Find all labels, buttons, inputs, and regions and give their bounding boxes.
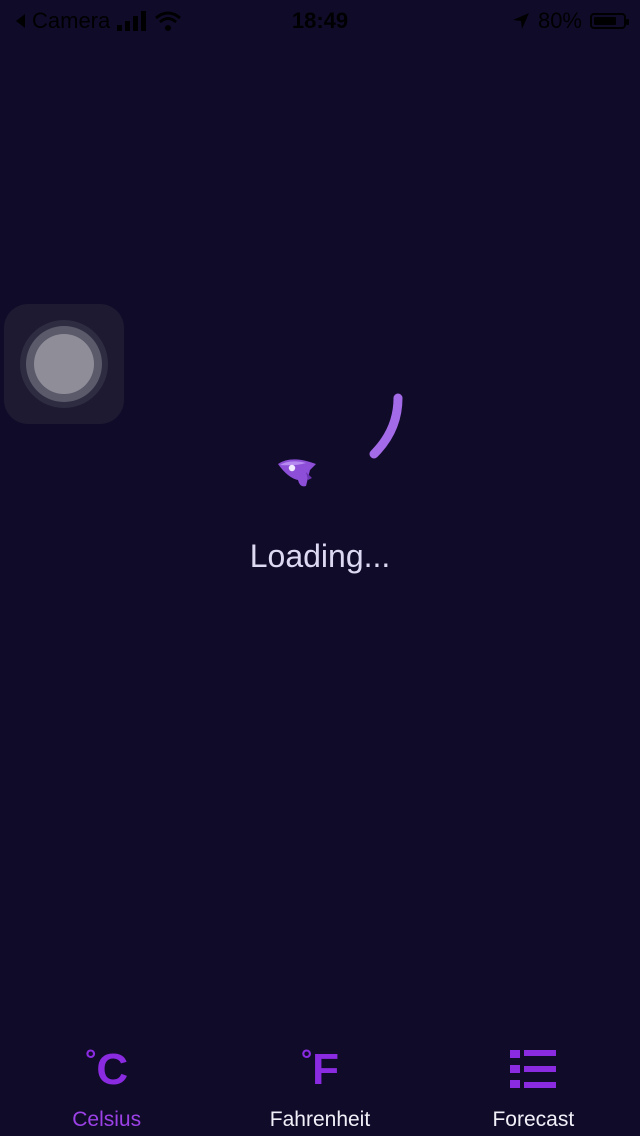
loading-spinner-arc — [369, 393, 403, 459]
loading-text: Loading... — [249, 538, 391, 574]
status-bar: Camera 18:49 80% — [0, 0, 640, 40]
assistive-touch-core — [34, 334, 94, 394]
tab-label: Fahrenheit — [269, 1108, 371, 1131]
tab-fahrenheit[interactable]: °F Fahrenheit — [213, 1040, 426, 1136]
tab-label: Celsius — [72, 1108, 142, 1131]
assistive-touch-button[interactable] — [4, 304, 124, 424]
list-icon — [510, 1050, 557, 1088]
tab-celsius[interactable]: °C Celsius — [0, 1040, 213, 1136]
celsius-icon: °C — [85, 1044, 129, 1094]
tab-bar: °C Celsius °F Fahrenheit Forecast — [0, 1040, 640, 1136]
status-right: 80% — [512, 8, 629, 34]
app-screen: Camera 18:49 80% Loading... °C Celsius °… — [0, 0, 640, 1136]
rocket-icon — [278, 459, 316, 487]
battery-icon — [590, 13, 629, 29]
battery-percent: 80% — [537, 8, 582, 33]
tab-label: Forecast — [492, 1108, 575, 1131]
tab-forecast[interactable]: Forecast — [427, 1040, 640, 1136]
location-icon — [512, 13, 529, 29]
fahrenheit-icon: °F — [300, 1044, 340, 1094]
battery-fill — [594, 17, 616, 25]
